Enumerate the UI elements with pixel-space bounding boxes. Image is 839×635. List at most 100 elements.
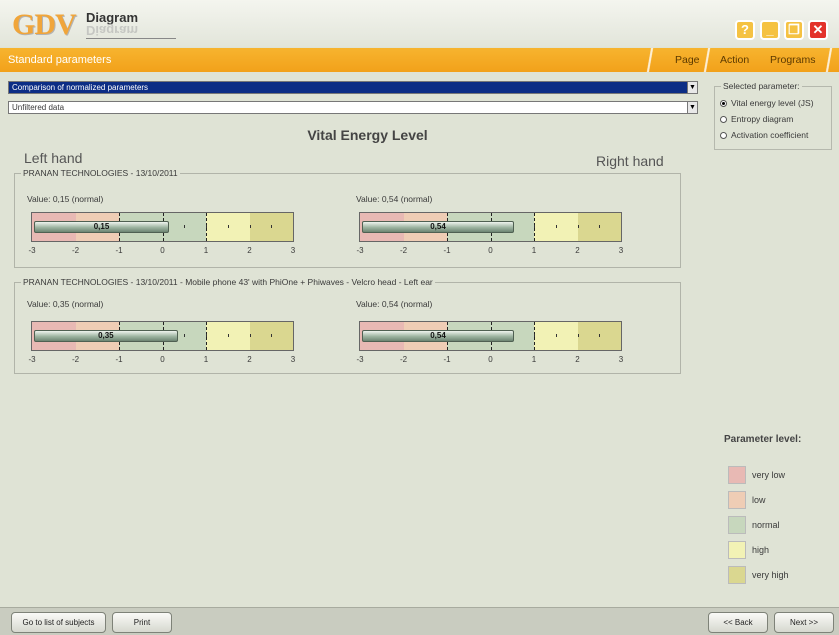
axis-tick-label: -1 bbox=[115, 355, 123, 364]
scale-tick bbox=[599, 334, 601, 337]
left-value-label: Value: 0,15 (normal) bbox=[27, 194, 104, 204]
scale-tick bbox=[555, 334, 557, 337]
help-button[interactable]: ? bbox=[735, 20, 755, 40]
legend-label: normal bbox=[752, 520, 780, 530]
comparison-select-value: Comparison of normalized parameters bbox=[12, 83, 149, 92]
go-to-subjects-button[interactable]: Go to list of subjects bbox=[11, 612, 106, 633]
left-scale: 0,35 bbox=[31, 321, 294, 351]
logo-underline bbox=[86, 38, 176, 39]
section-title: Standard parameters bbox=[8, 54, 112, 66]
menu-bar: Standard parameters Page Action Programs bbox=[0, 48, 839, 72]
legend-swatch bbox=[728, 466, 746, 484]
value-bar-label: 0,54 bbox=[430, 331, 446, 340]
scale-tick bbox=[577, 334, 579, 337]
legend-swatch bbox=[728, 516, 746, 534]
menu-programs[interactable]: Programs bbox=[770, 54, 816, 66]
scale-tick bbox=[555, 225, 557, 228]
radio-icon bbox=[720, 116, 727, 123]
left-axis: -3 -2 -1 0 1 2 3 bbox=[28, 355, 295, 365]
legend-label: low bbox=[752, 495, 766, 505]
left-scale: 0,15 bbox=[31, 212, 294, 242]
right-hand-label: Right hand bbox=[596, 153, 664, 169]
selected-parameter-title: Selected parameter: bbox=[721, 81, 802, 91]
menu-separator bbox=[824, 48, 834, 72]
logo-text: GDV bbox=[12, 8, 77, 41]
comparison-select[interactable]: Comparison of normalized parameters ▼ bbox=[8, 81, 698, 94]
close-button[interactable]: ✕ bbox=[808, 20, 828, 40]
scale-tick bbox=[271, 225, 273, 228]
filter-select[interactable]: Unfiltered data ▼ bbox=[8, 101, 698, 114]
scale-tick bbox=[227, 225, 229, 228]
radio-entropy[interactable]: Entropy diagram bbox=[720, 114, 793, 124]
menu-action[interactable]: Action bbox=[720, 54, 749, 66]
logo-subtitle-reflection: Diagram bbox=[86, 23, 139, 38]
scale-tick bbox=[227, 334, 229, 337]
axis-tick-label: 1 bbox=[203, 355, 209, 364]
help-icon: ? bbox=[741, 22, 749, 37]
measurement-group-2: PRANAN TECHNOLOGIES - 13/10/2011 - Mobil… bbox=[14, 277, 681, 374]
axis-tick-label: 3 bbox=[618, 246, 624, 255]
axis-tick-label: 1 bbox=[531, 355, 537, 364]
axis-tick-label: 2 bbox=[575, 246, 580, 255]
axis-tick-label: -1 bbox=[443, 246, 451, 255]
axis-tick-label: -2 bbox=[399, 355, 408, 364]
page-title: Vital Energy Level bbox=[307, 127, 428, 143]
radio-vital-energy[interactable]: Vital energy level (JS) bbox=[720, 98, 814, 108]
right-axis: -3 -2 -1 0 1 2 3 bbox=[356, 246, 624, 256]
legend-label: very low bbox=[752, 470, 786, 480]
maximize-button[interactable]: ❐ bbox=[784, 20, 804, 40]
minimize-icon: _ bbox=[766, 22, 774, 37]
axis-tick-label: 3 bbox=[290, 246, 296, 255]
next-button[interactable]: Next >> bbox=[774, 612, 834, 633]
axis-tick-label: -2 bbox=[71, 246, 80, 255]
value-bar: 0,35 bbox=[34, 330, 178, 342]
scale-tick bbox=[249, 334, 251, 337]
value-bar-label: 0,54 bbox=[430, 222, 446, 231]
value-bar-label: 0,15 bbox=[93, 222, 110, 231]
right-value-label: Value: 0,54 (normal) bbox=[356, 194, 433, 204]
scale-tick bbox=[577, 225, 579, 228]
legend-swatch bbox=[728, 541, 746, 559]
radio-label: Entropy diagram bbox=[731, 114, 794, 124]
axis-tick-label: -3 bbox=[356, 355, 364, 364]
title-bar: GDV Diagram Diagram ? _ ❐ ✕ bbox=[0, 0, 839, 47]
radio-selected-icon bbox=[720, 100, 727, 107]
scale-tick bbox=[184, 225, 186, 228]
legend-title: Parameter level: bbox=[724, 434, 802, 445]
axis-tick-label: 2 bbox=[575, 355, 580, 364]
menu-page[interactable]: Page bbox=[675, 54, 700, 66]
print-button[interactable]: Print bbox=[112, 612, 172, 633]
measurement-group-1: PRANAN TECHNOLOGIES - 13/10/2011 Value: … bbox=[14, 168, 681, 268]
filter-select-value: Unfiltered data bbox=[12, 103, 65, 112]
close-icon: ✕ bbox=[812, 22, 824, 37]
axis-tick-label: 0 bbox=[160, 246, 165, 255]
axis-tick-label: -3 bbox=[356, 246, 364, 255]
group-title: PRANAN TECHNOLOGIES - 13/10/2011 bbox=[21, 168, 180, 178]
menu-separator bbox=[702, 48, 712, 72]
axis-tick-label: -2 bbox=[399, 246, 408, 255]
right-scale: 0,54 bbox=[359, 212, 622, 242]
legend-label: high bbox=[752, 545, 770, 555]
axis-tick-label: 2 bbox=[247, 355, 252, 364]
chevron-down-icon[interactable]: ▼ bbox=[687, 81, 698, 94]
axis-tick-label: 0 bbox=[488, 355, 493, 364]
left-value-label: Value: 0,35 (normal) bbox=[27, 299, 104, 309]
left-axis: -3 -2 -1 0 1 2 3 bbox=[28, 246, 296, 256]
axis-tick-label: 0 bbox=[160, 355, 165, 364]
scale-tick bbox=[249, 225, 251, 228]
chevron-down-icon[interactable]: ▼ bbox=[687, 101, 698, 114]
value-bar-label: 0,35 bbox=[98, 331, 114, 340]
axis-tick-label: -1 bbox=[115, 246, 123, 255]
axis-tick-label: -2 bbox=[71, 355, 80, 364]
back-button[interactable]: << Back bbox=[708, 612, 768, 633]
value-bar: 0,54 bbox=[362, 330, 514, 342]
axis-tick-label: 3 bbox=[618, 355, 624, 364]
axis-tick-label: 1 bbox=[531, 246, 537, 255]
right-axis: -3 -2 -1 0 1 2 3 bbox=[356, 355, 624, 365]
minimize-button[interactable]: _ bbox=[760, 20, 780, 40]
scale-tick bbox=[206, 225, 207, 228]
value-bar: 0,15 bbox=[34, 221, 170, 233]
axis-tick-label: 2 bbox=[247, 246, 252, 255]
value-bar: 0,54 bbox=[362, 221, 514, 233]
left-hand-label: Left hand bbox=[24, 150, 83, 166]
